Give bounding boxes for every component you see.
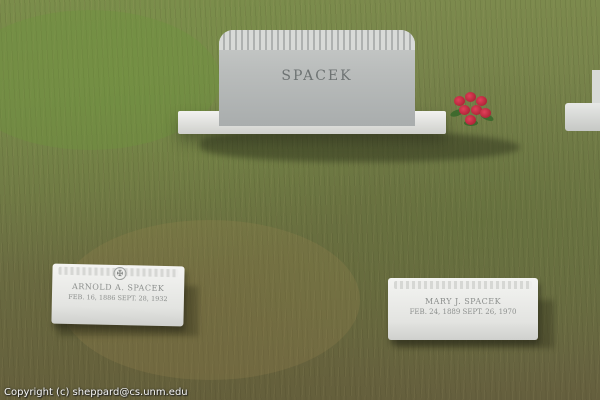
marker-dates: FEB. 16, 1886 SEPT. 28, 1932 bbox=[68, 292, 168, 304]
red-flower bbox=[459, 105, 470, 115]
grave-marker-arnold: ✠ ARNOLD A. SPACEK FEB. 16, 1886 SEPT. 2… bbox=[51, 263, 185, 327]
red-flower bbox=[465, 92, 476, 102]
marker-carved-band bbox=[394, 281, 532, 289]
copyright-watermark: Copyright (c) sheppard@cs.unm.edu bbox=[4, 387, 188, 398]
marker-dates: FEB. 24, 1889 SEPT. 26, 1970 bbox=[409, 308, 517, 316]
neighbor-stone-base bbox=[565, 103, 600, 131]
grave-marker-mary: MARY J. SPACEK FEB. 24, 1889 SEPT. 26, 1… bbox=[388, 278, 538, 340]
headstone-shadow bbox=[200, 130, 520, 162]
headstone-family-name: SPACEK bbox=[281, 68, 353, 84]
flower-bouquet bbox=[449, 90, 495, 130]
headstone-carved-cap bbox=[219, 30, 415, 50]
marker-name: ARNOLD A. SPACEK bbox=[71, 282, 165, 293]
cemetery-photo: SPACEK ✠ ARNOLD A. SPACEK FEB. 16, 1886 … bbox=[0, 0, 600, 400]
red-flower bbox=[480, 108, 491, 118]
family-headstone: SPACEK bbox=[219, 30, 415, 126]
marker-name: MARY J. SPACEK bbox=[424, 297, 502, 306]
red-flower bbox=[465, 115, 476, 125]
cross-circle-icon: ✠ bbox=[113, 266, 127, 281]
